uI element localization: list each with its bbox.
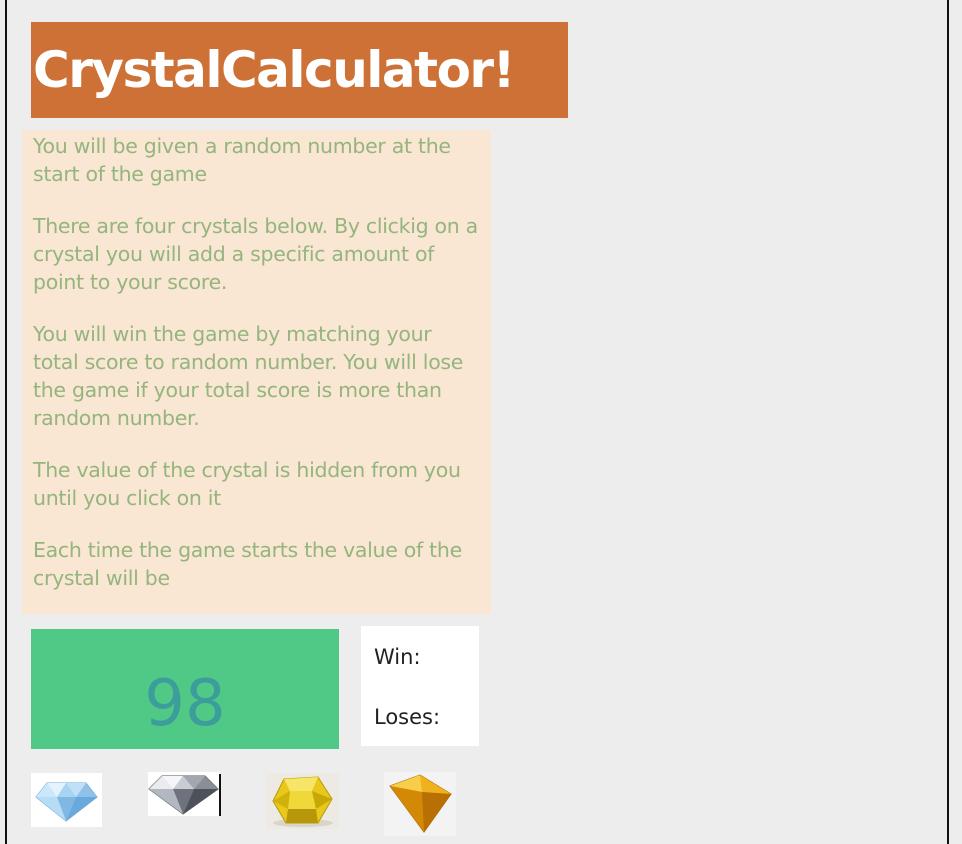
instruction-paragraph: You will win the game by matching your t… [33, 322, 464, 430]
blue-diamond-icon [35, 782, 98, 822]
instruction-paragraph: There are four crystals below. By clicki… [33, 214, 478, 294]
crystal-button-4[interactable] [384, 772, 456, 836]
orange-gem-icon [389, 774, 452, 833]
crystal-button-2[interactable] [148, 772, 219, 816]
page-title: CrystalCalculator! [31, 22, 568, 118]
clear-diamond-icon [148, 775, 219, 815]
instruction-paragraph: The value of the crystal is hidden from … [33, 458, 461, 510]
yellow-gem-icon [272, 776, 333, 827]
text-cursor [219, 774, 221, 816]
crystal-button-1[interactable] [31, 773, 102, 827]
instructions-panel: You will be given a random number at the… [22, 130, 491, 614]
win-label: Win: [374, 645, 421, 669]
instruction-paragraph: You will be given a random number at the… [33, 134, 451, 186]
loses-label: Loses: [374, 705, 441, 729]
scoreboard: Win: Loses: [361, 626, 479, 746]
crystal-button-3[interactable] [266, 773, 339, 829]
page-title-text: CrystalCalculator! [33, 41, 515, 99]
target-number-box: 98 [31, 629, 339, 749]
target-number: 98 [144, 667, 226, 741]
instruction-paragraph: Each time the game starts the value of t… [33, 538, 462, 590]
